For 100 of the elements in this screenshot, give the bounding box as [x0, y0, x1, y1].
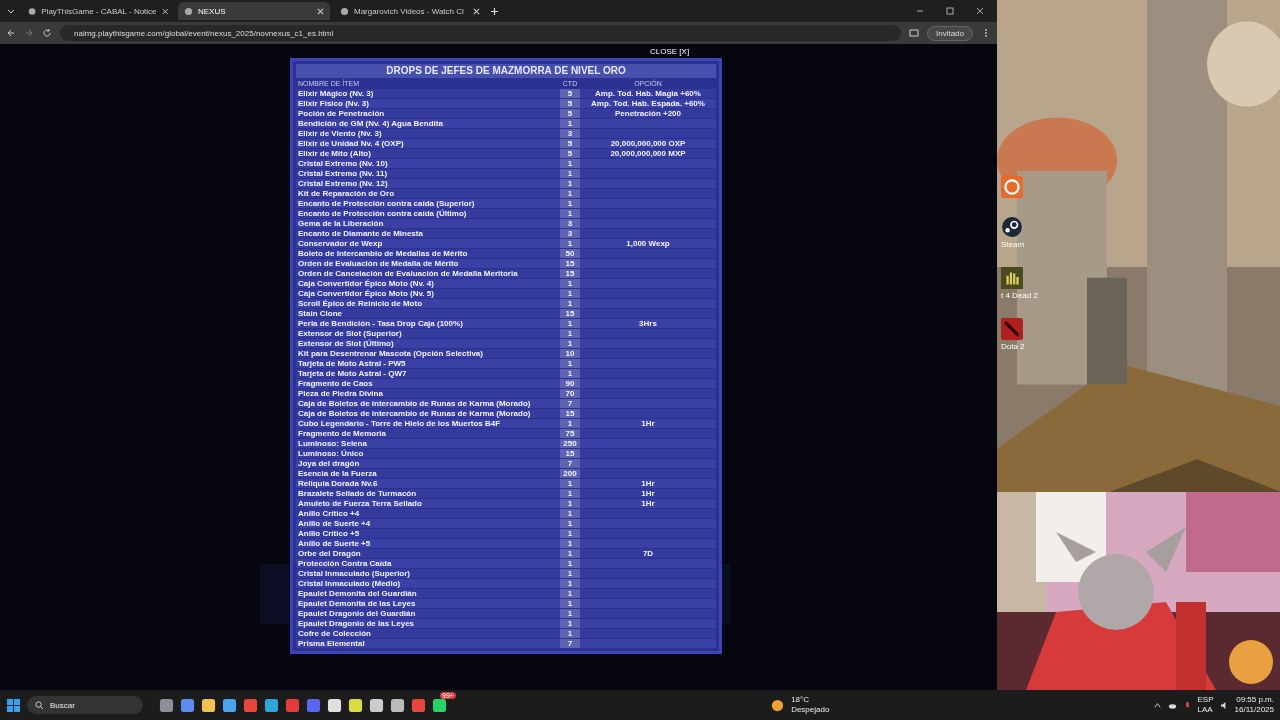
- quantity-cell: 7: [560, 398, 580, 408]
- item-name-cell-text: Prisma Elemental: [297, 638, 366, 648]
- app-icon[interactable]: [159, 697, 174, 713]
- item-name-cell-text: Stain Clone: [297, 308, 343, 318]
- item-name-cell-text: Caja de Boletos de intercambio de Runas de Karma (Morado): [297, 398, 532, 408]
- forward-icon[interactable]: [24, 28, 34, 38]
- item-name-cell-text: Epaulet Demonita de las Leyes: [297, 598, 417, 608]
- close-icon[interactable]: [161, 7, 168, 15]
- quantity-cell: 5: [560, 148, 580, 158]
- browser-tab[interactable]: Margarovich Videos - Watch Cl: [334, 2, 486, 20]
- app-icon[interactable]: [264, 697, 279, 713]
- panel-title: DROPS DE JEFES DE MAZMORRA DE NIVEL ORO: [296, 64, 716, 78]
- quantity-cell: 7: [560, 638, 580, 648]
- item-name-cell-text: Orden de Cancelación de Evaluación de Medalla Meritoria: [297, 268, 519, 278]
- quantity-cell: 200: [560, 468, 580, 478]
- quantity-cell: 15: [560, 448, 580, 458]
- quantity-cell: 15: [560, 308, 580, 318]
- app-icon[interactable]: [222, 697, 237, 713]
- browser-tab[interactable]: PlayThisGame - CABAL - Notice: [22, 2, 174, 20]
- item-name-cell-text: Extensor de Slot (Último): [297, 338, 394, 348]
- item-name-cell-text: Caja Convertidor Épico Moto (Nv. 4): [297, 278, 435, 288]
- quantity-cell: 90: [560, 378, 580, 388]
- item-name-cell-text: Elixir Físico (Nv. 3): [297, 98, 370, 108]
- close-icon[interactable]: [317, 7, 324, 15]
- quantity-cell: 1: [560, 198, 580, 208]
- option-cell-text: Penetración +200: [613, 108, 682, 118]
- weather-icon: [770, 697, 786, 713]
- item-name-cell-text: Luminoso: Selena: [297, 438, 368, 448]
- reload-icon[interactable]: [42, 28, 52, 38]
- quantity-cell: 1: [560, 188, 580, 198]
- item-name-cell-text: Kit para Desentrenar Mascota (Opción Selectiva): [297, 348, 484, 358]
- close-icon[interactable]: [473, 7, 480, 15]
- quantity-cell: 1: [560, 298, 580, 308]
- item-name-cell-text: Perla de Bendición - Tasa Drop Caja (100%): [297, 318, 464, 328]
- search-field[interactable]: Buscar: [27, 696, 143, 714]
- app-icon[interactable]: [390, 697, 405, 713]
- clock[interactable]: 09:55 p.m. 16/11/2025: [1234, 695, 1274, 715]
- new-tab-icon[interactable]: [490, 6, 499, 16]
- quantity-cell: 1: [560, 518, 580, 528]
- app-icon[interactable]: [327, 697, 342, 713]
- cast-icon[interactable]: [908, 28, 919, 38]
- quantity-cell: 1: [560, 418, 580, 428]
- quantity-cell: 1: [560, 338, 580, 348]
- item-name-cell-text: Anillo de Suerte +4: [297, 518, 372, 528]
- item-name-cell-text: Joya del dragón: [297, 458, 361, 468]
- app-icon[interactable]: [369, 697, 384, 713]
- item-name-cell-text: Cubo Legendario - Torre de Hielo de los Muertos B4F: [297, 418, 502, 428]
- item-name-cell-text: Epaulet Demonita del Guardián: [297, 588, 418, 598]
- address-bar[interactable]: naimg.playthisgame.com/global/event/nexus_2025/novnexus_c1_es.html: [60, 25, 901, 41]
- quantity-cell: 1: [560, 168, 580, 178]
- item-name-cell-text: Encanto de Protección contra caída (Superior): [297, 198, 476, 208]
- item-name-cell-text: Luminoso: Único: [297, 448, 365, 458]
- quantity-cell: 1: [560, 608, 580, 618]
- close-button[interactable]: CLOSE [X]: [650, 47, 690, 56]
- option-cell-text: Amp. Tod. Hab. Espada. +60%: [590, 98, 706, 108]
- item-name-cell-text: Bendición de GM (Nv. 4) Agua Bendita: [297, 118, 444, 128]
- option-cell-text: 7D: [641, 548, 655, 558]
- weather-text: Despejado: [791, 705, 830, 715]
- item-name-cell-text: Elixir Mágico (Nv. 3): [297, 88, 375, 98]
- item-name-cell-text: Cristal Extremo (Nv. 10): [297, 158, 389, 168]
- maximize-icon[interactable]: [945, 6, 955, 16]
- quantity-cell: 7: [560, 458, 580, 468]
- chevron-icon[interactable]: [1152, 700, 1162, 710]
- item-name-cell-text: Epaulet Dragonio del Guardián: [297, 608, 417, 618]
- item-name-cell-text: Orden de Evaluación de Medalla de Mérito: [297, 258, 460, 268]
- close-icon[interactable]: [975, 6, 985, 16]
- item-name-cell-text: Boleto de Intercambio de Medallas de Mérito: [297, 248, 469, 258]
- quantity-cell: 250: [560, 438, 580, 448]
- item-name-cell-text: Elixir de Unidad Nv. 4 (OXP): [297, 138, 405, 148]
- quantity-cell: 1: [560, 498, 580, 508]
- app-icon[interactable]: [348, 697, 363, 713]
- quantity-cell: 1: [560, 598, 580, 608]
- quantity-cell: 15: [560, 258, 580, 268]
- language-indicator[interactable]: ESP LAA: [1197, 695, 1214, 715]
- item-name-cell-text: Orbe del Dragón: [297, 548, 362, 558]
- quantity-cell: 70: [560, 388, 580, 398]
- item-name-cell-text: Gema de la Liberación: [297, 218, 385, 228]
- app-icon[interactable]: [432, 697, 447, 713]
- item-name-cell-text: Caja de Boletos de intercambio de Runas de Karma (Morado): [297, 408, 532, 418]
- profile-button[interactable]: Invitado: [926, 25, 973, 41]
- search-icon: [35, 700, 44, 710]
- back-icon[interactable]: [6, 28, 16, 38]
- option-cell-text: Amp. Tod. Hab. Magia +60%: [594, 88, 702, 98]
- quantity-cell: 1: [560, 578, 580, 588]
- item-name-cell-text: Esencia de la Fuerza: [297, 468, 378, 478]
- item-name-cell-text: Conservador de Wexp: [297, 238, 384, 248]
- item-name-cell-text: Reliquia Dorada Nv.6: [297, 478, 379, 488]
- app-icon[interactable]: [201, 697, 216, 713]
- item-name-cell-text: Anillo Crítico +5: [297, 528, 361, 538]
- quantity-cell: 1: [560, 588, 580, 598]
- item-name-cell-text: Kit de Reparación de Oro: [297, 188, 396, 198]
- start-icon[interactable]: [6, 697, 21, 713]
- site-icon: [184, 6, 193, 16]
- item-name-cell-text: Caja Convertidor Épico Moto (Nv. 5): [297, 288, 435, 298]
- item-name-cell-text: Elixir de Mito (Alto): [297, 148, 372, 158]
- app-icon[interactable]: [180, 697, 195, 713]
- quantity-cell: 1: [560, 288, 580, 298]
- quantity-cell: 5: [560, 108, 580, 118]
- browser-tab[interactable]: NEXUS: [178, 2, 330, 20]
- item-name-cell-text: Elixir de Viento (Nv. 3): [297, 128, 383, 138]
